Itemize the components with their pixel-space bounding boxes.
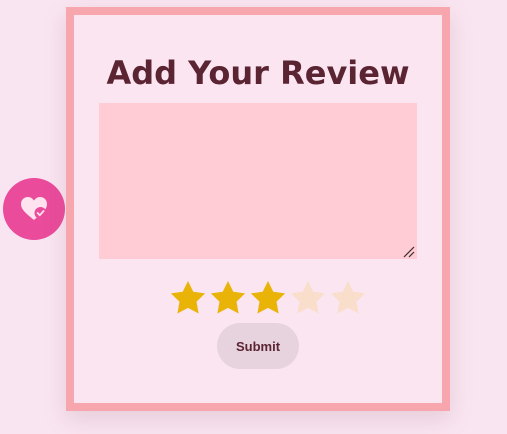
heart-check-icon [21, 197, 47, 220]
star-icon[interactable] [288, 279, 328, 319]
review-textarea[interactable] [99, 103, 417, 259]
star-rating[interactable] [168, 279, 368, 319]
review-card: Add Your Review Submit [66, 7, 450, 411]
favorite-button[interactable] [3, 178, 65, 240]
resize-grip-icon[interactable] [402, 245, 416, 259]
star-icon[interactable] [168, 279, 208, 319]
star-icon[interactable] [328, 279, 368, 319]
page: Add Your Review Submit [0, 0, 507, 434]
review-title: Add Your Review [106, 54, 410, 92]
star-icon[interactable] [248, 279, 288, 319]
star-icon[interactable] [208, 279, 248, 319]
submit-button[interactable]: Submit [217, 323, 299, 369]
